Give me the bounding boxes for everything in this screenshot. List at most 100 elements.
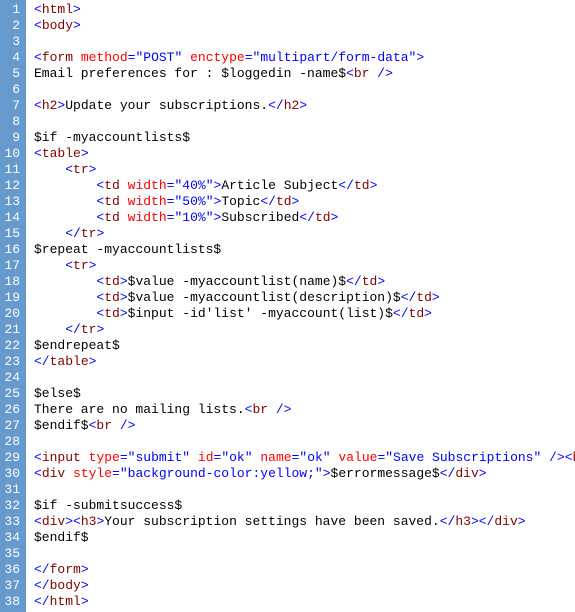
code-line[interactable]: </tr> (34, 322, 575, 338)
line-number: 33 (4, 514, 20, 530)
code-line[interactable]: <div style="background-color:yellow;">$e… (34, 466, 575, 482)
punctuation: </ (401, 290, 417, 305)
tag-name: td (409, 306, 425, 321)
code-line[interactable]: </form> (34, 562, 575, 578)
punctuation: < (34, 466, 42, 481)
tag-name: body (50, 578, 81, 593)
text: $if -myaccountlists$ (34, 130, 190, 145)
code-line[interactable]: </body> (34, 578, 575, 594)
text (34, 290, 96, 305)
tag-name: table (50, 354, 89, 369)
text (182, 50, 190, 65)
text (120, 210, 128, 225)
text (120, 178, 128, 193)
punctuation: </ (393, 306, 409, 321)
tag-name: td (362, 274, 378, 289)
code-line[interactable]: $endrepeat$ (34, 338, 575, 354)
code-line[interactable]: <h2>Update your subscriptions.</h2> (34, 98, 575, 114)
code-line[interactable]: There are no mailing lists.<br /> (34, 402, 575, 418)
punctuation: >< (65, 514, 81, 529)
punctuation: < (34, 98, 42, 113)
code-line[interactable]: <html> (34, 2, 575, 18)
punctuation: > (81, 578, 89, 593)
tag-name: h3 (81, 514, 97, 529)
code-line[interactable]: <td width="50%">Topic</td> (34, 194, 575, 210)
code-line[interactable]: <div><h3>Your subscription settings have… (34, 514, 575, 530)
code-line[interactable]: $if -submitsuccess$ (34, 498, 575, 514)
punctuation: < (65, 258, 73, 273)
attr-value: "50%" (174, 194, 213, 209)
code-line[interactable]: <tr> (34, 162, 575, 178)
line-number: 5 (4, 66, 20, 82)
code-line[interactable]: $endif$<br /> (34, 418, 575, 434)
text: $value -myaccountlist(name)$ (128, 274, 346, 289)
code-line[interactable]: </html> (34, 594, 575, 610)
text: Topic (221, 194, 260, 209)
code-line[interactable] (34, 34, 575, 50)
code-line[interactable]: <td width="10%">Subscribed</td> (34, 210, 575, 226)
attr-value: "Save Subscriptions" (385, 450, 541, 465)
punctuation: > (89, 258, 97, 273)
code-line[interactable] (34, 114, 575, 130)
line-number: 34 (4, 530, 20, 546)
line-number: 15 (4, 226, 20, 242)
tag-name: tr (73, 258, 89, 273)
code-line[interactable] (34, 370, 575, 386)
punctuation: </ (260, 194, 276, 209)
code-line[interactable] (34, 482, 575, 498)
tag-name: td (104, 306, 120, 321)
code-editor-content[interactable]: <html><body> <form method="POST" enctype… (26, 0, 575, 612)
attr-value: "10%" (174, 210, 213, 225)
code-line[interactable] (34, 434, 575, 450)
code-line[interactable]: <td width="40%">Article Subject</td> (34, 178, 575, 194)
code-line[interactable]: <td>$value -myaccountlist(description)$<… (34, 290, 575, 306)
punctuation: </ (65, 322, 81, 337)
code-line[interactable]: $endif$ (34, 530, 575, 546)
punctuation: </ (440, 514, 456, 529)
text (34, 162, 65, 177)
punctuation: > (81, 146, 89, 161)
tag-name: td (416, 290, 432, 305)
code-line[interactable]: <table> (34, 146, 575, 162)
line-number: 14 (4, 210, 20, 226)
punctuation: </ (34, 562, 50, 577)
code-line[interactable]: <input type="submit" id="ok" name="ok" v… (34, 450, 575, 466)
punctuation: /> (276, 402, 292, 417)
tag-name: table (42, 146, 81, 161)
code-line[interactable]: $if -myaccountlists$ (34, 130, 575, 146)
code-line[interactable]: <td>$input -id'list' -myaccount(list)$</… (34, 306, 575, 322)
text (34, 210, 96, 225)
line-number: 23 (4, 354, 20, 370)
line-number: 13 (4, 194, 20, 210)
code-line[interactable]: <tr> (34, 258, 575, 274)
line-number: 19 (4, 290, 20, 306)
code-line[interactable]: </table> (34, 354, 575, 370)
text (34, 226, 65, 241)
tag-name: tr (81, 322, 97, 337)
code-line[interactable]: $repeat -myaccountlists$ (34, 242, 575, 258)
punctuation: > (96, 226, 104, 241)
line-number: 35 (4, 546, 20, 562)
code-line[interactable] (34, 82, 575, 98)
code-line[interactable]: Email preferences for : $loggedin -name$… (34, 66, 575, 82)
code-line[interactable]: $else$ (34, 386, 575, 402)
tag-name: br (252, 402, 268, 417)
tag-name: div (42, 466, 65, 481)
tag-name: form (50, 562, 81, 577)
attr-value: "background-color:yellow;" (120, 466, 323, 481)
code-line[interactable]: <body> (34, 18, 575, 34)
punctuation: ></ (471, 514, 494, 529)
text (268, 402, 276, 417)
punctuation: = (120, 450, 128, 465)
punctuation: </ (65, 226, 81, 241)
punctuation: > (120, 290, 128, 305)
code-line[interactable] (34, 546, 575, 562)
punctuation: > (120, 306, 128, 321)
attr-name: width (128, 194, 167, 209)
punctuation: </ (346, 274, 362, 289)
tag-name: td (104, 274, 120, 289)
code-line[interactable]: <form method="POST" enctype="multipart/f… (34, 50, 575, 66)
code-line[interactable]: <td>$value -myaccountlist(name)$</td> (34, 274, 575, 290)
code-line[interactable]: </tr> (34, 226, 575, 242)
line-number: 7 (4, 98, 20, 114)
